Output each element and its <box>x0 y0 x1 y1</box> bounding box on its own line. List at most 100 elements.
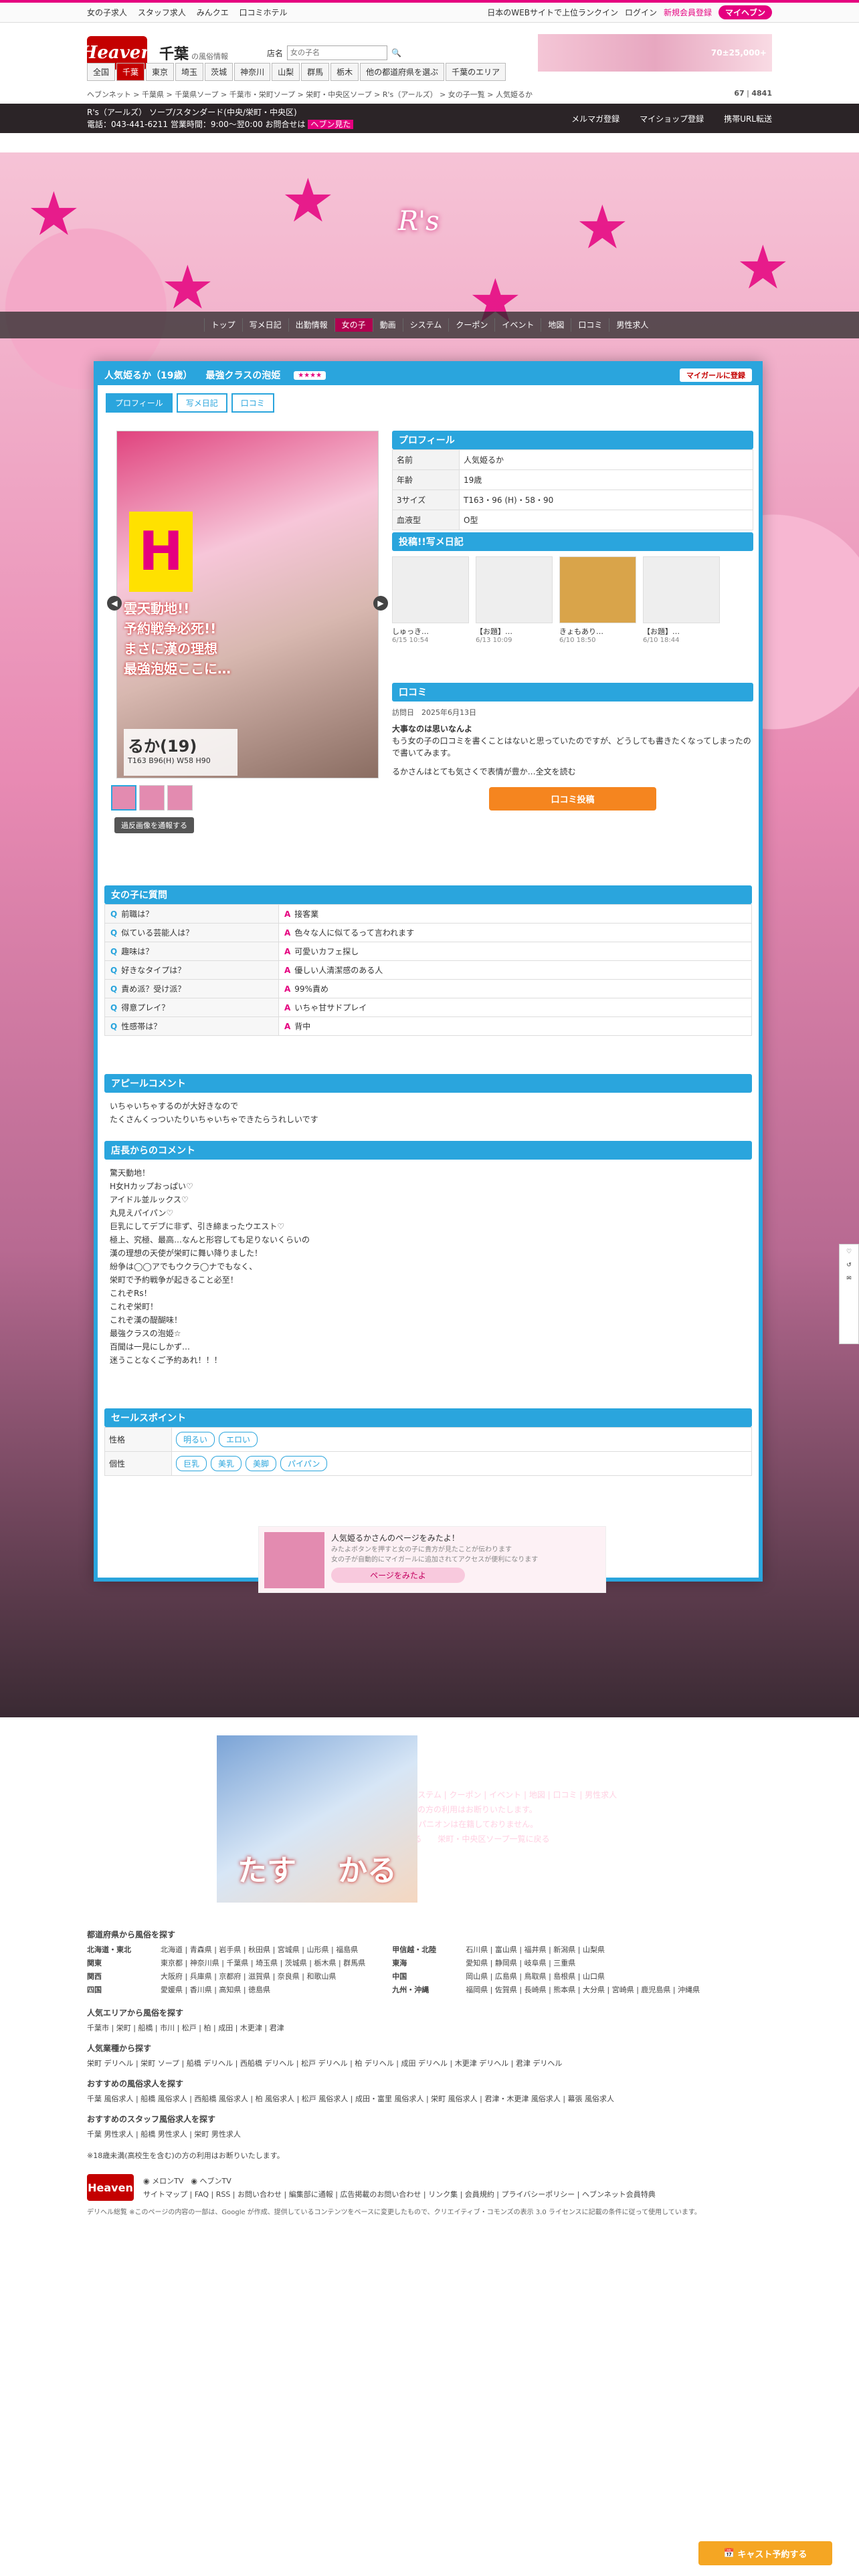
shopnav-coupon[interactable]: クーポン <box>448 318 494 332</box>
footer-links[interactable]: サイトマップ | FAQ | RSS | お問い合わせ | 編集部に通報 | 広… <box>143 2189 656 2199</box>
nav-item[interactable]: 全国 <box>87 63 116 81</box>
nav-item-other[interactable]: 他の都道府県を選ぶ <box>360 63 445 81</box>
tab-review[interactable]: 口コミ <box>231 393 274 413</box>
mobile-url-link[interactable]: 携帯URL転送 <box>724 113 772 124</box>
girl-main-photo[interactable]: H 雲天動地!! 予約戦争必死!! まさに漢の理想 最強泡姫ここに… るか(19… <box>116 431 379 778</box>
saw-page-button[interactable]: ページをみたよ <box>331 1568 465 1583</box>
cup-badge: H <box>129 512 193 592</box>
region-links[interactable]: 愛媛県 | 香川県 | 高知県 | 徳島県 <box>161 1984 270 1995</box>
region-label: 九州・沖縄 <box>392 1985 430 1994</box>
shopnav-top[interactable]: トップ <box>203 318 242 332</box>
trait-chip[interactable]: 美乳 <box>211 1456 242 1471</box>
myshop-link[interactable]: マイショップ登録 <box>640 113 704 124</box>
search-input[interactable] <box>287 45 388 60</box>
shopnav-system[interactable]: システム <box>402 318 449 332</box>
top-link-jobs[interactable]: 女の子求人 <box>87 8 127 17</box>
area-links[interactable]: 千葉市 | 栄町 | 船橋 | 市川 | 松戸 | 柏 | 成田 | 木更津 |… <box>87 2022 756 2033</box>
profile-key: 血液型 <box>392 510 460 530</box>
thumbnail[interactable] <box>111 785 136 811</box>
answer: いちゃ甘サドプレイ <box>294 1003 367 1012</box>
melon-tv-link[interactable]: メロンTV <box>152 2177 183 2185</box>
nav-item[interactable]: 埼玉 <box>175 63 204 81</box>
shop-comment-body: 驚天動地！ H女Hカップおっぱい♡ アイドル並ルックス♡ 丸見えパイパン♡ 巨乳… <box>104 1160 752 1374</box>
review-more-link[interactable]: るかさんはとても気さくで表情が豊か…全文を読む <box>392 766 753 778</box>
report-image-button[interactable]: 過反画像を通報する <box>114 817 194 833</box>
top-link-hotel[interactable]: 口コミホテル <box>240 8 288 17</box>
nav-item[interactable]: 茨城 <box>205 63 233 81</box>
footer-bottom: Heaven ◉ メロンTV ◉ ヘブンTV サイトマップ | FAQ | RS… <box>87 2174 756 2201</box>
diary-item[interactable]: きょもあり… 6/10 18:50 <box>559 556 636 644</box>
trait-chip[interactable]: パイパン <box>280 1456 328 1471</box>
age-notice: ※18歳未満(高校生を含む)の方の利用はお断りいたします。 <box>87 2151 284 2160</box>
footer-copyright: デリヘル総覧 ※このページの内容の一部は、Google が作成、提供しているコン… <box>87 2209 701 2216</box>
job-links[interactable]: 千葉 風俗求人 | 船橋 風俗求人 | 西船橋 風俗求人 | 柏 風俗求人 | … <box>87 2093 756 2104</box>
trait-chip[interactable]: エロい <box>219 1432 258 1447</box>
nav-item[interactable]: 神奈川 <box>234 63 271 81</box>
post-review-button[interactable]: 口コミ投稿 <box>489 787 656 811</box>
heaven-tv-link[interactable]: ヘブンTV <box>199 2177 231 2185</box>
region-links[interactable]: 東京都 | 神奈川県 | 千葉県 | 埼玉県 | 茨城県 | 栃木県 | 群馬県 <box>161 1957 365 1968</box>
breadcrumb-text[interactable]: ヘブンネット > 千葉県 > 千葉県ソープ > 千葉市・栄町ソープ > 栄町・中… <box>87 89 533 100</box>
region-title: 千葉 の風俗情報 <box>159 42 228 64</box>
top-link-minque[interactable]: みんクエ <box>197 8 229 17</box>
trait-chip[interactable]: 巨乳 <box>176 1456 207 1471</box>
shopnav-video[interactable]: 動画 <box>372 318 403 332</box>
search-icon[interactable]: 🔍 <box>391 48 401 58</box>
tab-diary[interactable]: 写メ日記 <box>176 393 227 413</box>
nav-item[interactable]: 東京 <box>146 63 175 81</box>
region-links[interactable]: 大阪府 | 兵庫県 | 京都府 | 滋賀県 | 奈良県 | 和歌山県 <box>161 1971 337 1981</box>
shopnav-event[interactable]: イベント <box>494 318 541 332</box>
diary-item[interactable]: しゅっき… 6/15 10:54 <box>392 556 469 644</box>
nav-item-area[interactable]: 千葉のエリア <box>446 63 506 81</box>
shopnav-map[interactable]: 地図 <box>541 318 571 332</box>
region-links[interactable]: 北海道 | 青森県 | 岩手県 | 秋田県 | 宮城県 | 山形県 | 福島県 <box>161 1944 358 1955</box>
review-section: 口コミ 訪問日 2025年6月13日 大事なのは思いなんよ もう女の子の口コミを… <box>392 683 753 811</box>
region-links[interactable]: 石川県 | 富山県 | 福井県 | 新潟県 | 山梨県 <box>466 1944 605 1955</box>
thumbnail[interactable] <box>139 785 165 811</box>
genre-links[interactable]: 栄町 デリヘル | 栄町 ソープ | 船橋 デリヘル | 西船橋 デリヘル | … <box>87 2058 756 2068</box>
mailmag-link[interactable]: メルマガ登録 <box>571 113 619 124</box>
shopnav-review[interactable]: 口コミ <box>571 318 609 332</box>
subnav-back-links[interactable]: 栄町・中央区ヘルス一覧に戻る 栄町・中央区ソープ一覧に戻る <box>0 1832 859 1846</box>
footer-heading: おすすめの風俗求人を探す <box>87 2079 184 2088</box>
nav-item[interactable]: 栃木 <box>330 63 359 81</box>
footer-region-row: 九州・沖縄 福岡県 | 佐賀県 | 長崎県 | 熊本県 | 大分県 | 宮崎県 |… <box>392 1984 700 1995</box>
shopnav-jobs[interactable]: 男性求人 <box>609 318 655 332</box>
qa-section: 女の子に質問 Q 前職は？ A 接客業 Q 似ている芸能人は？ A 色々な人に似てるって言わ… <box>104 885 752 1036</box>
profile-value: 人気姫るか <box>459 449 753 470</box>
shop-bar: R's（アールズ） ソープ/スタンダード(中央/栄町・中央区) 電話：043-4… <box>0 104 859 133</box>
region-links[interactable]: 愛知県 | 静岡県 | 岐阜県 | 三重県 <box>466 1957 575 1968</box>
diary-item[interactable]: 【お題】… 6/13 10:09 <box>476 556 553 644</box>
footer-logo[interactable]: Heaven <box>87 2174 134 2201</box>
shopnav-schedule[interactable]: 出勤情報 <box>288 318 335 332</box>
region-links[interactable]: 福岡県 | 佐賀県 | 長崎県 | 熊本県 | 大分県 | 宮崎県 | 鹿児島県… <box>466 1984 700 1995</box>
nav-item[interactable]: 山梨 <box>272 63 300 81</box>
tab-profile[interactable]: プロフィール <box>106 393 173 413</box>
nav-item-chiba[interactable]: 千葉 <box>116 63 145 81</box>
register-link[interactable]: 新規会員登録 <box>664 7 712 18</box>
ad-banner[interactable]: たす かる <box>217 1735 417 1903</box>
next-arrow-icon[interactable]: ▶ <box>373 596 388 611</box>
ranking-notice: 日本のWEBサイトで上位ランクイン <box>487 8 618 17</box>
side-float-menu[interactable]: ♡ ↺ ✉ <box>839 1244 859 1344</box>
subnav-links[interactable]: トップ | 写メ日記 | 出勤情報 | 女の子 | 動画 | システム | クー… <box>0 1788 859 1802</box>
breadcrumb: ヘブンネット > 千葉県 > 千葉県ソープ > 千葉市・栄町ソープ > 栄町・中… <box>0 81 859 104</box>
prev-arrow-icon[interactable]: ◀ <box>107 596 122 611</box>
myheaven-button[interactable]: マイヘブン <box>718 5 772 19</box>
staff-job-links[interactable]: 千葉 男性求人 | 船橋 男性求人 | 栄町 男性求人 <box>87 2129 756 2139</box>
trait-chip[interactable]: 美脚 <box>246 1456 277 1471</box>
region-links[interactable]: 岡山県 | 広島県 | 鳥取県 | 島根県 | 山口県 <box>466 1971 605 1981</box>
sales-table: 性格 明るい エロい 個性 巨乳 美乳 美脚 パイパン <box>104 1427 752 1476</box>
profile-heading: プロフィール <box>392 431 753 449</box>
thumbnail[interactable] <box>167 785 193 811</box>
login-link[interactable]: ログイン <box>625 7 657 18</box>
shopnav-girls[interactable]: 女の子 <box>334 318 373 332</box>
cast-reserve-button[interactable]: 📅 キャスト予約する <box>698 2541 832 2565</box>
header-banner[interactable]: 70±25,000+ <box>538 34 772 72</box>
trait-chip[interactable]: 明るい <box>176 1432 215 1447</box>
nav-item[interactable]: 群馬 <box>301 63 330 81</box>
diary-item[interactable]: 【お題】… 6/10 18:44 <box>643 556 720 644</box>
shopnav-diary[interactable]: 写メ日記 <box>242 318 288 332</box>
favorite-button[interactable]: マイガールに登録 <box>680 368 752 382</box>
top-link-staff[interactable]: スタッフ求人 <box>138 8 186 17</box>
